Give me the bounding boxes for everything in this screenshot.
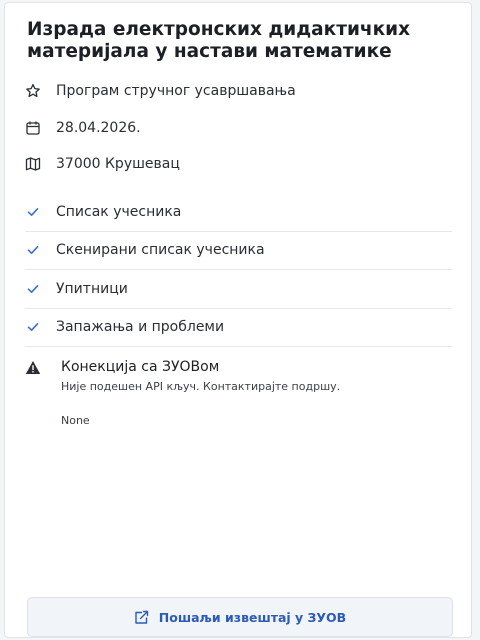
event-title: Израда електронских дидактичких материја… — [27, 19, 411, 62]
checklist-item-participants[interactable]: Списак учесника — [25, 193, 452, 232]
checklist-item-questionnaires[interactable]: Упитници — [25, 270, 452, 309]
map-icon — [25, 156, 41, 172]
star-icon — [25, 83, 41, 99]
checklist-item-observations[interactable]: Запажања и проблеми — [25, 309, 452, 347]
location-label: 37000 Крушевац — [56, 156, 180, 172]
checklist-item-label: Запажања и проблеми — [56, 319, 225, 336]
connection-title: Конекција са ЗУОВом — [61, 359, 220, 375]
send-icon — [134, 610, 149, 625]
meta-program: Програм стручног усавршавања — [25, 80, 296, 102]
send-report-label: Пошаљи извештај у ЗУОВ — [158, 609, 347, 625]
calendar-icon — [25, 120, 41, 136]
date-label: 28.04.2026. — [56, 120, 141, 136]
connection-status-value: None — [61, 414, 90, 427]
check-icon — [25, 242, 41, 258]
checklist: Списак учесника Скенирани списак учесник… — [25, 193, 452, 347]
meta-date: 28.04.2026. — [25, 117, 141, 139]
check-icon — [25, 204, 41, 220]
send-report-button[interactable]: Пошаљи извештај у ЗУОВ — [27, 597, 453, 637]
checklist-item-label: Скенирани списак учесника — [56, 242, 265, 259]
warning-icon — [25, 360, 41, 375]
meta-location: 37000 Крушевац — [25, 153, 180, 175]
checklist-item-label: Списак учесника — [56, 203, 182, 220]
program-label: Програм стручног усавршавања — [56, 83, 296, 99]
event-card: Израда електронских дидактичких материја… — [4, 2, 472, 638]
check-icon — [25, 319, 41, 335]
connection-message: Није подешен API кључ. Контактирајте под… — [61, 380, 341, 393]
checklist-item-label: Упитници — [56, 280, 128, 297]
checklist-item-scanned-participants[interactable]: Скенирани списак учесника — [25, 232, 452, 270]
connection-status: Конекција са ЗУОВом Није подешен API кљу… — [25, 357, 452, 393]
check-icon — [25, 281, 41, 297]
